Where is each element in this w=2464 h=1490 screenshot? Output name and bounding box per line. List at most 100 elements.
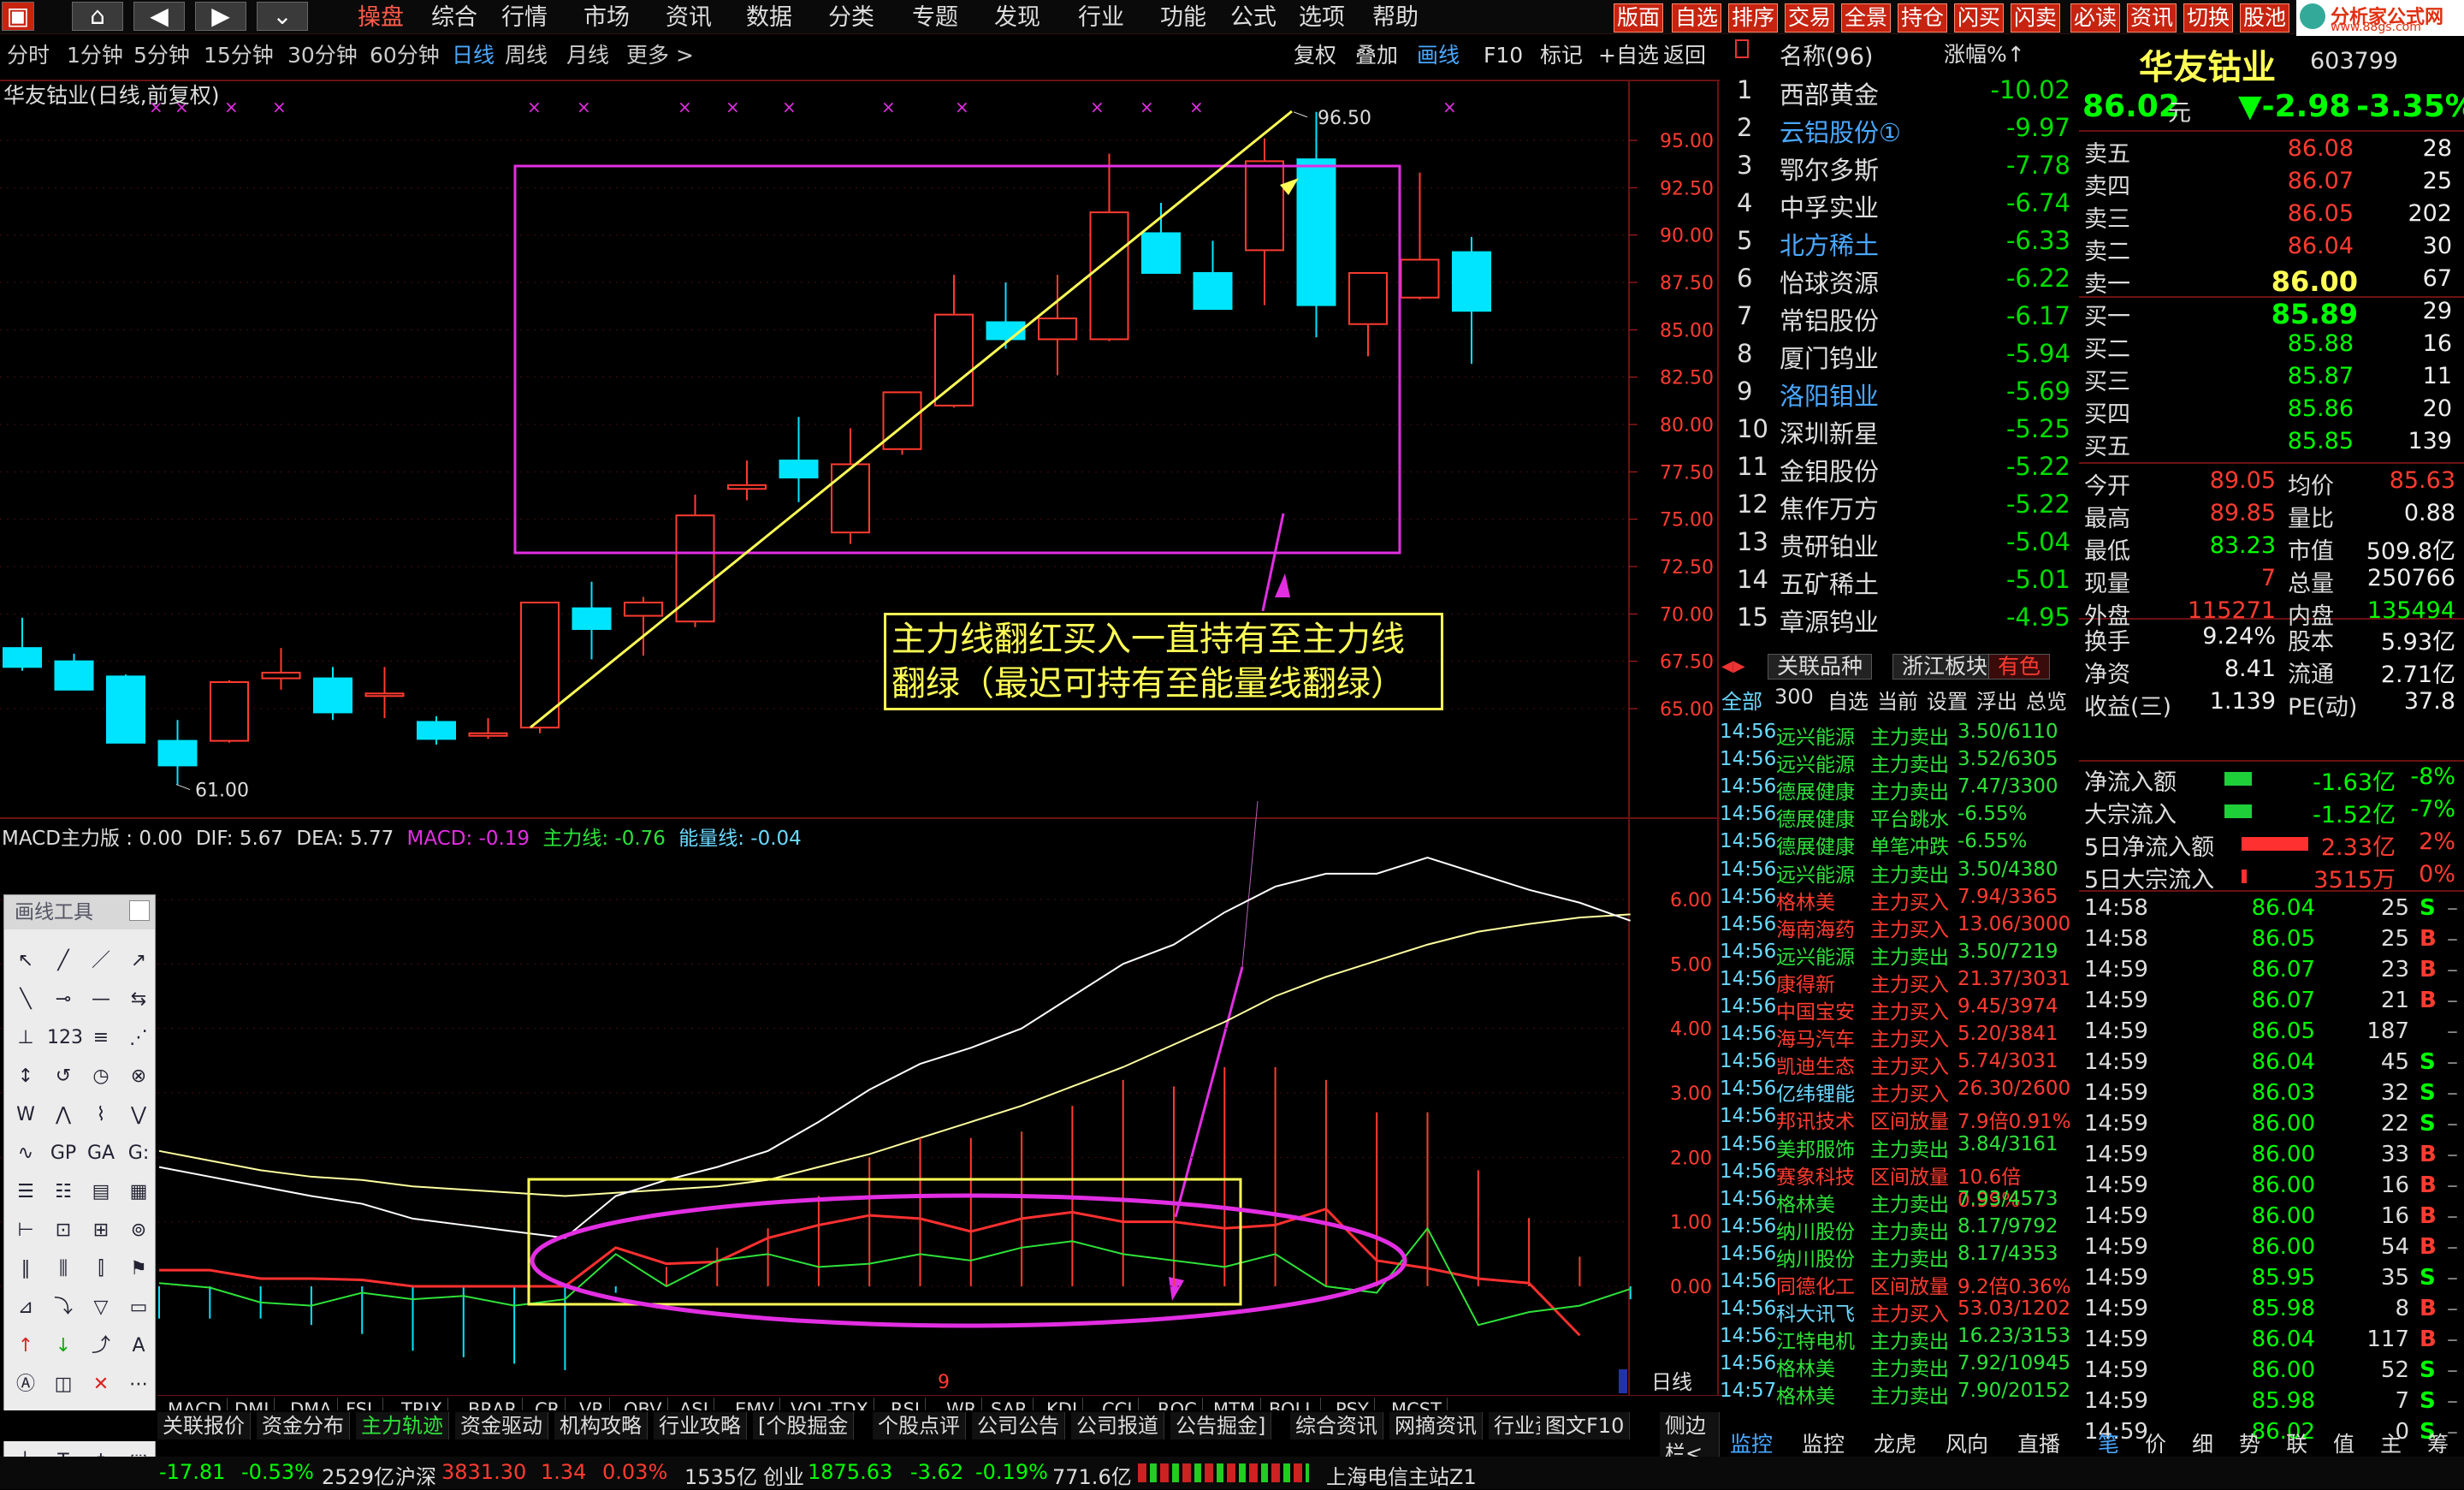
quick-button-8[interactable]: 必读 — [2070, 3, 2121, 33]
draw-tool-icon[interactable]: GP — [47, 1137, 80, 1170]
draw-tool-icon[interactable]: ⊗ — [122, 1060, 155, 1093]
draw-tool-icon[interactable]: ▭ — [122, 1291, 155, 1324]
candle[interactable] — [1245, 138, 1284, 306]
trade-row[interactable]: 14:59 86.00 52 S – — [2084, 1357, 2461, 1388]
candle[interactable] — [675, 494, 715, 627]
draw-tool-icon[interactable]: A — [122, 1330, 155, 1362]
flow-row[interactable]: 14:56 德展健康 主力卖出 7.47/3300 — [1720, 775, 2079, 804]
monitor-subtab-0[interactable]: 全部 — [1721, 685, 1762, 715]
rank-row[interactable]: 15 章源钨业 -4.95 — [1720, 603, 2079, 640]
candle[interactable] — [417, 715, 456, 745]
period-tab-1[interactable]: 1分钟 — [67, 42, 123, 69]
bid-row[interactable]: 买一 85.89 29 — [2084, 298, 2461, 330]
draw-tool-icon[interactable]: ▤ — [85, 1176, 117, 1208]
draw-tool-icon[interactable]: W — [9, 1099, 42, 1131]
ask-row[interactable]: 卖四 86.07 25 — [2084, 168, 2461, 200]
draw-tool-icon[interactable]: ⫼ — [47, 1253, 80, 1285]
menu-item-3[interactable]: 市场 — [583, 3, 630, 33]
draw-tool-icon[interactable]: ≡ — [85, 1022, 117, 1054]
quote-tab-2[interactable]: 细 — [2192, 1428, 2213, 1458]
candle[interactable] — [3, 617, 42, 671]
menu-item-1[interactable]: 综合 — [431, 3, 477, 33]
draw-tool-icon[interactable]: — — [85, 983, 117, 1016]
rank-row[interactable]: 5 北方稀土 -6.33 — [1720, 226, 2079, 264]
quick-button-1[interactable]: 自选 — [1672, 3, 1722, 33]
quote-tab-4[interactable]: 联 — [2286, 1428, 2307, 1458]
menu-item-6[interactable]: 分类 — [828, 3, 874, 33]
draw-tool-icon[interactable]: ⋁ — [122, 1099, 155, 1131]
trade-row[interactable]: 14:59 86.05 187 – — [2084, 1018, 2461, 1049]
flow-row[interactable]: 14:56 格林美 主力买入 7.94/3365 — [1720, 886, 2079, 914]
menu-item-8[interactable]: 发现 — [994, 3, 1040, 33]
candle[interactable] — [572, 581, 612, 660]
chart-tool-3[interactable]: F10 — [1484, 42, 1523, 69]
draw-tool-icon[interactable]: ⋀ — [47, 1099, 80, 1131]
kline-chart[interactable]: 95.0092.5090.0087.5085.0082.5080.0077.50… — [0, 72, 1720, 1410]
flow-row[interactable]: 14:56 康得新 主力买入 21.37/3031 — [1720, 968, 2079, 996]
bid-row[interactable]: 买五 85.85 139 — [2084, 428, 2461, 460]
trade-row[interactable]: 14:58 86.04 25 S – — [2084, 895, 2461, 926]
bid-row[interactable]: 买二 85.88 16 — [2084, 330, 2461, 363]
draw-tool-icon[interactable]: ⊚ — [122, 1214, 155, 1247]
draw-tool-icon[interactable]: ⋰ — [122, 1022, 155, 1054]
rank-row[interactable]: 7 常铝股份 -6.17 — [1720, 301, 2079, 339]
rank-row[interactable]: 10 深圳新星 -5.25 — [1720, 414, 2079, 452]
flow-row[interactable]: 14:56 亿纬锂能 主力买入 26.30/2600 — [1720, 1077, 2079, 1106]
draw-tool-icon[interactable]: ◫ — [47, 1368, 80, 1401]
draw-tool-icon[interactable]: ∥ — [9, 1253, 42, 1285]
monitor-subtab-5[interactable]: 浮出 — [1976, 685, 2017, 715]
sector-tab-2[interactable]: 有色 — [1988, 654, 2051, 680]
rank-row[interactable]: 3 鄂尔多斯 -7.78 — [1720, 151, 2079, 188]
candle[interactable] — [468, 718, 508, 739]
draw-tool-icon[interactable]: GA — [85, 1137, 117, 1170]
quote-tab-6[interactable]: 主 — [2380, 1428, 2402, 1458]
chart-tool-4[interactable]: 标记 — [1540, 42, 1583, 69]
quick-button-11[interactable]: 股池 — [2240, 3, 2290, 33]
rank-row[interactable]: 6 怡球资源 -6.22 — [1720, 264, 2079, 301]
info-tab-7[interactable]: 个股点评 — [873, 1412, 966, 1440]
flow-row[interactable]: 14:56 远兴能源 主力卖出 3.50/6110 — [1720, 721, 2079, 749]
menu-item-10[interactable]: 功能 — [1160, 3, 1206, 33]
draw-tool-icon[interactable]: ⤴ — [85, 1330, 117, 1362]
rank-row[interactable]: 11 金钼股份 -5.22 — [1720, 452, 2079, 490]
draw-tool-icon[interactable]: G: — [122, 1137, 155, 1170]
draw-tool-icon[interactable]: ⊥ — [9, 1022, 42, 1054]
draw-tool-icon[interactable]: ⊡ — [47, 1214, 80, 1247]
draw-tool-icon[interactable]: ∿ — [9, 1137, 42, 1170]
quick-button-0[interactable]: 版面 — [1614, 3, 1664, 33]
draw-tool-icon[interactable]: ╲ — [9, 983, 42, 1016]
flow-row[interactable]: 14:56 邦讯技术 区间放量 7.9倍0.91% — [1720, 1105, 2079, 1133]
menu-item-9[interactable]: 行业 — [1078, 3, 1124, 33]
candle[interactable] — [157, 720, 198, 785]
draw-tool-icon[interactable]: ⫿ — [85, 1253, 117, 1285]
bid-row[interactable]: 买三 85.87 11 — [2084, 363, 2461, 395]
candle[interactable] — [106, 674, 145, 744]
candle[interactable] — [54, 653, 94, 691]
flow-row[interactable]: 14:56 中国宝安 主力买入 9.45/3974 — [1720, 995, 2079, 1024]
period-tab-6[interactable]: 日线 — [452, 42, 495, 69]
rank-row[interactable]: 12 焦作万方 -5.22 — [1720, 490, 2079, 527]
candle[interactable] — [520, 602, 560, 733]
ask-row[interactable]: 卖二 86.04 30 — [2084, 233, 2461, 265]
flow-row[interactable]: 14:56 海马汽车 主力买入 5.20/3841 — [1720, 1023, 2079, 1051]
monitor-tab-1[interactable]: 监控 — [1802, 1428, 1845, 1458]
flow-row[interactable]: 14:57 格林美 主力卖出 7.90/20152 — [1720, 1380, 2079, 1408]
info-tab-10[interactable]: 公告掘金] — [1170, 1412, 1272, 1440]
period-tab-3[interactable]: 15分钟 — [204, 42, 274, 69]
trade-row[interactable]: 14:58 86.05 25 B – — [2084, 926, 2461, 957]
chart-tool-5[interactable]: +自选 — [1598, 42, 1659, 69]
candle[interactable] — [779, 417, 819, 502]
prev-next-arrows-icon[interactable]: ◀▶ — [1721, 657, 1759, 678]
trade-row[interactable]: 14:59 86.00 54 B – — [2084, 1234, 2461, 1265]
draw-tool-icon[interactable]: ╱ — [47, 945, 80, 977]
rank-row[interactable]: 14 五矿稀土 -5.01 — [1720, 565, 2079, 603]
draw-tool-icon[interactable]: ⋯ — [122, 1368, 155, 1401]
draw-tool-icon[interactable]: ☷ — [47, 1176, 80, 1208]
draw-tool-icon[interactable]: ↓ — [47, 1330, 80, 1362]
menu-item-5[interactable]: 数据 — [746, 3, 792, 33]
menu-item-7[interactable]: 专题 — [912, 3, 958, 33]
draw-tool-icon[interactable]: ⚑ — [122, 1253, 155, 1285]
period-tab-2[interactable]: 5分钟 — [133, 42, 190, 69]
bid-row[interactable]: 买四 85.86 20 — [2084, 395, 2461, 428]
menu-item-12[interactable]: 选项 — [1299, 3, 1345, 33]
